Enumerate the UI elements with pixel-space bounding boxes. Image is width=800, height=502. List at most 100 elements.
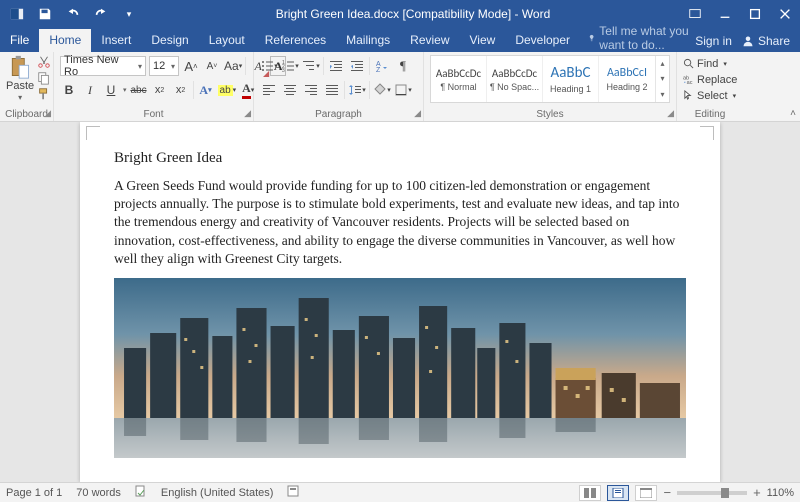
group-clipboard: Paste ▾ Clipboard ◢	[0, 52, 54, 121]
select-button[interactable]: Select▾	[683, 88, 736, 103]
font-size-combo[interactable]: 12▾	[149, 56, 179, 76]
tab-design[interactable]: Design	[141, 29, 198, 52]
redo-icon[interactable]	[88, 1, 114, 27]
svg-text:ac: ac	[687, 80, 693, 85]
collapse-ribbon-icon[interactable]: ˄	[790, 108, 796, 119]
undo-icon[interactable]	[60, 1, 86, 27]
paste-button[interactable]: Paste ▾	[6, 55, 34, 102]
tab-insert[interactable]: Insert	[91, 29, 141, 52]
highlight-button[interactable]: ab▾	[218, 80, 237, 100]
grow-font-button[interactable]: A˄	[182, 56, 200, 76]
copy-icon[interactable]	[36, 71, 52, 85]
document-page[interactable]: Bright Green Idea A Green Seeds Fund wou…	[80, 122, 720, 482]
zoom-slider[interactable]	[677, 491, 747, 495]
styles-scroll-down-icon[interactable]: ▾	[656, 71, 669, 86]
find-button[interactable]: Find▾	[683, 56, 727, 71]
account-area: Sign in Share	[695, 34, 800, 52]
replace-button[interactable]: abacReplace	[683, 72, 737, 87]
zoom-in-button[interactable]: +	[753, 485, 761, 500]
ribbon-tabs: File Home Insert Design Layout Reference…	[0, 28, 800, 52]
save-icon[interactable]	[32, 1, 58, 27]
group-font-label: Font	[54, 109, 253, 120]
group-editing-label: Editing	[677, 109, 743, 120]
tell-me-search[interactable]: Tell me what you want to do...	[580, 24, 695, 52]
shading-button[interactable]: ▾	[373, 80, 391, 100]
tab-home[interactable]: Home	[39, 29, 91, 52]
multilevel-button[interactable]: ▾	[302, 56, 320, 76]
font-launcher-icon[interactable]: ◢	[244, 108, 251, 119]
document-body-text[interactable]: A Green Seeds Fund would provide funding…	[114, 177, 686, 268]
macro-icon[interactable]	[287, 485, 299, 500]
shrink-font-button[interactable]: A˅	[203, 56, 221, 76]
close-icon[interactable]	[770, 1, 800, 27]
font-name-combo[interactable]: Times New Ro▾	[60, 56, 146, 76]
bold-button[interactable]: B	[60, 80, 78, 100]
group-styles-label: Styles	[424, 109, 676, 120]
word-count[interactable]: 70 words	[76, 487, 121, 499]
align-left-button[interactable]	[260, 80, 278, 100]
borders-button[interactable]: ▾	[394, 80, 412, 100]
tab-view[interactable]: View	[460, 29, 506, 52]
document-area[interactable]: Bright Green Idea A Green Seeds Fund wou…	[0, 122, 800, 482]
styles-scroll-up-icon[interactable]: ▴	[656, 56, 669, 71]
paste-label: Paste	[6, 80, 34, 92]
superscript-button[interactable]: x2	[172, 80, 190, 100]
show-marks-button[interactable]: ¶	[394, 56, 412, 76]
justify-button[interactable]	[323, 80, 341, 100]
document-image[interactable]	[114, 278, 686, 458]
read-mode-button[interactable]	[579, 485, 601, 501]
subscript-button[interactable]: x2	[151, 80, 169, 100]
styles-gallery[interactable]: AaBbCcDc¶ Normal AaBbCcDc¶ No Spac... Aa…	[430, 55, 670, 103]
document-title-text[interactable]: Bright Green Idea	[114, 150, 686, 167]
bullets-button[interactable]: ▾	[260, 56, 278, 76]
maximize-icon[interactable]	[740, 1, 770, 27]
qat-customize-icon[interactable]: ▾	[116, 1, 142, 27]
sign-in-link[interactable]: Sign in	[695, 34, 732, 48]
numbering-button[interactable]: 123▾	[281, 56, 299, 76]
group-paragraph: ▾ 123▾ ▾ AZ ¶ ▾ ▾ ▾ Para	[254, 52, 424, 121]
language-status[interactable]: English (United States)	[161, 487, 274, 499]
tab-mailings[interactable]: Mailings	[336, 29, 400, 52]
tab-developer[interactable]: Developer	[505, 29, 580, 52]
line-spacing-button[interactable]: ▾	[348, 80, 366, 100]
clipboard-launcher-icon[interactable]: ◢	[44, 108, 51, 119]
increase-indent-button[interactable]	[348, 56, 366, 76]
share-label: Share	[758, 34, 790, 48]
style-heading-2[interactable]: AaBbCcIHeading 2	[599, 56, 655, 102]
print-layout-button[interactable]	[607, 485, 629, 501]
tab-review[interactable]: Review	[400, 29, 459, 52]
ribbon: Paste ▾ Clipboard ◢ Times New Ro▾ 12▾ A˄…	[0, 52, 800, 122]
sort-button[interactable]: AZ	[373, 56, 391, 76]
web-layout-button[interactable]	[635, 485, 657, 501]
status-bar: Page 1 of 1 70 words English (United Sta…	[0, 482, 800, 502]
styles-expand-icon[interactable]: ▾	[656, 87, 669, 102]
decrease-indent-button[interactable]	[327, 56, 345, 76]
svg-text:Z: Z	[376, 67, 381, 73]
crop-mark	[86, 126, 100, 140]
spellcheck-icon[interactable]	[135, 485, 147, 500]
word-app-icon[interactable]	[4, 1, 30, 27]
format-painter-icon[interactable]	[36, 87, 52, 101]
styles-launcher-icon[interactable]: ◢	[667, 108, 674, 119]
paragraph-launcher-icon[interactable]: ◢	[414, 108, 421, 119]
tab-references[interactable]: References	[255, 29, 336, 52]
change-case-button[interactable]: Aa▾	[224, 56, 242, 76]
share-button[interactable]: Share	[742, 34, 790, 48]
page-count[interactable]: Page 1 of 1	[6, 487, 62, 499]
underline-button[interactable]: U	[102, 80, 120, 100]
minimize-icon[interactable]	[710, 1, 740, 27]
zoom-out-button[interactable]: −	[663, 485, 671, 500]
style-no-spacing[interactable]: AaBbCcDc¶ No Spac...	[487, 56, 543, 102]
cut-icon[interactable]	[36, 55, 52, 69]
text-effects-dropdown[interactable]: A▾	[197, 80, 215, 100]
style-heading-1[interactable]: AaBbCHeading 1	[543, 56, 599, 102]
align-right-button[interactable]	[302, 80, 320, 100]
lightbulb-icon	[588, 32, 595, 44]
tab-layout[interactable]: Layout	[199, 29, 255, 52]
style-normal[interactable]: AaBbCcDc¶ Normal	[431, 56, 487, 102]
strikethrough-button[interactable]: abc	[130, 80, 148, 100]
align-center-button[interactable]	[281, 80, 299, 100]
italic-button[interactable]: I	[81, 80, 99, 100]
tab-file[interactable]: File	[0, 29, 39, 52]
zoom-level[interactable]: 110%	[767, 487, 794, 499]
